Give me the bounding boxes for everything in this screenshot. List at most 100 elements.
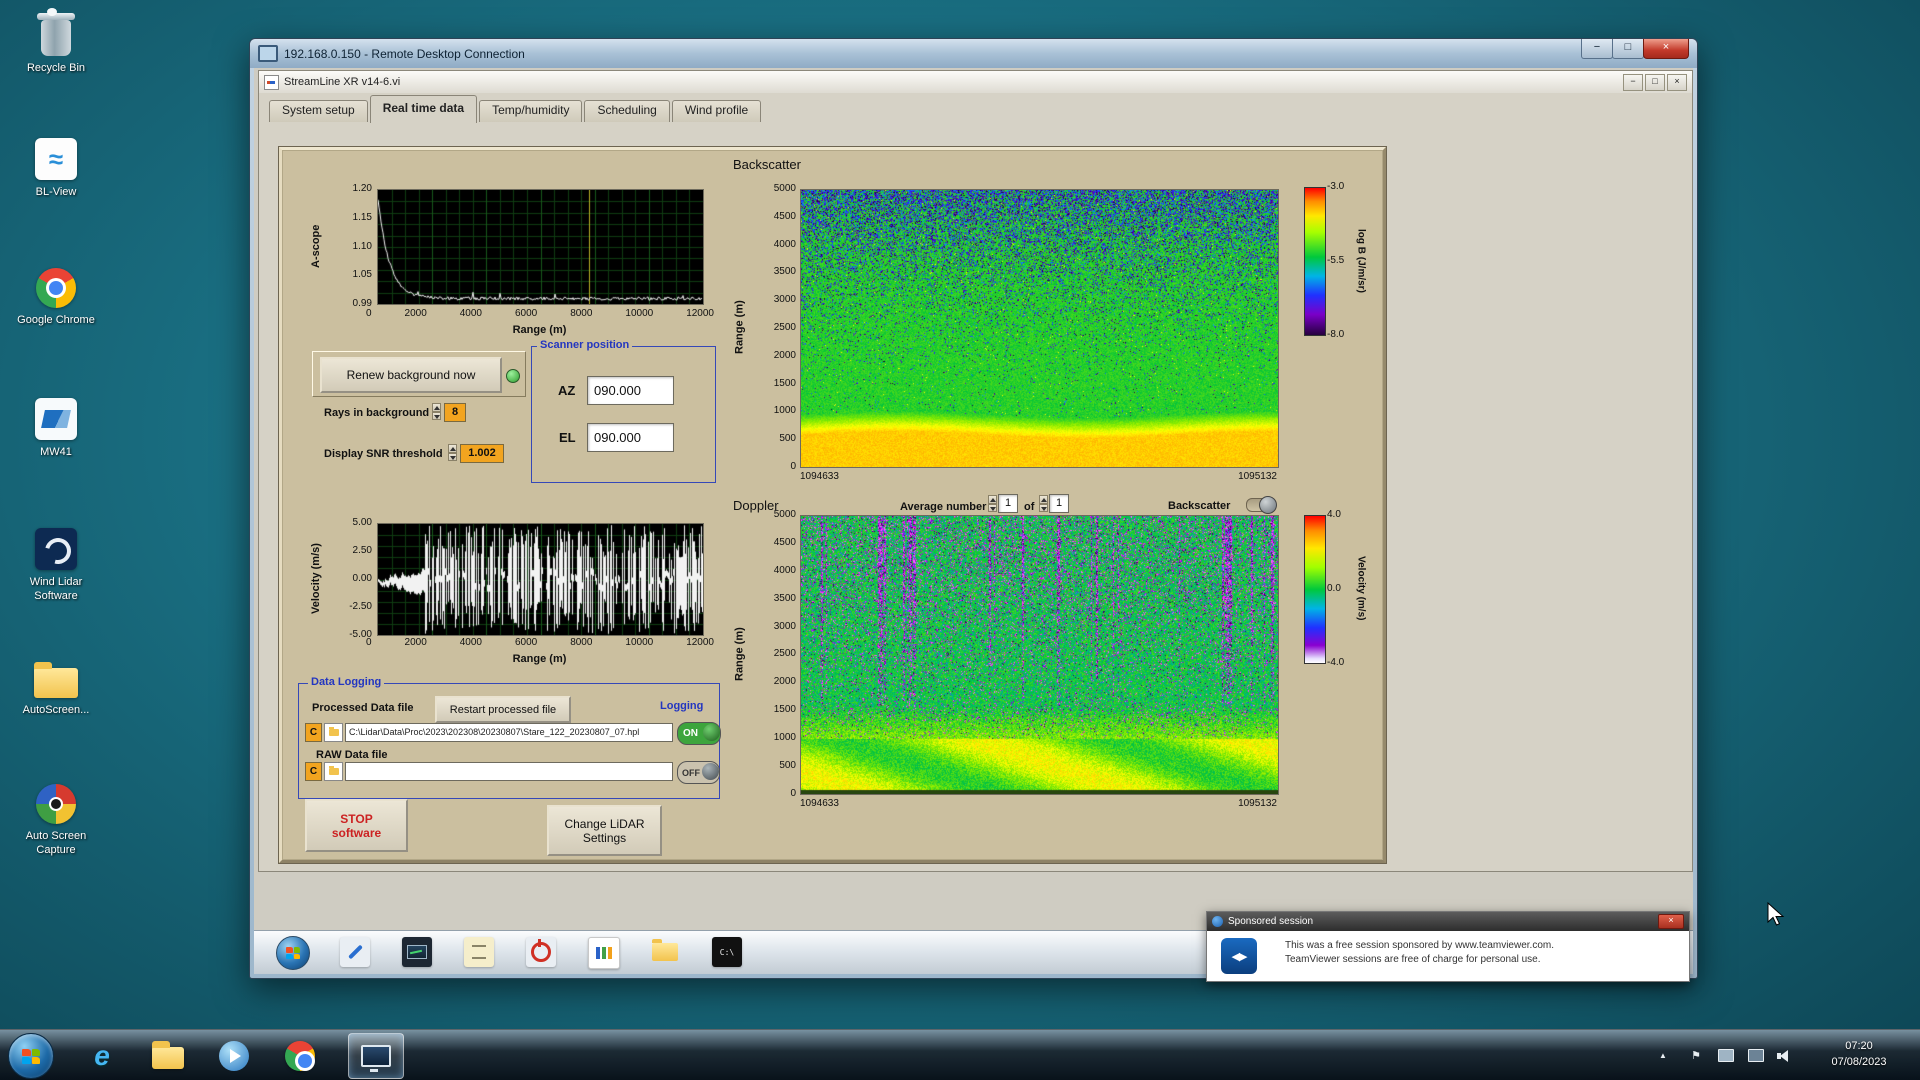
tick-label: 0 bbox=[366, 637, 372, 648]
tick-label: -8.0 bbox=[1327, 329, 1344, 340]
teamviewer-close-button[interactable]: × bbox=[1658, 914, 1684, 929]
data-logging-title: Data Logging bbox=[308, 676, 384, 689]
tick-label: 0 bbox=[790, 461, 796, 472]
taskbar-chrome[interactable] bbox=[282, 1038, 318, 1074]
ascope-graph bbox=[378, 190, 703, 304]
tray-clock[interactable]: 07:20 07/08/2023 bbox=[1806, 1030, 1912, 1080]
desktop-icon-recycle-bin[interactable]: Recycle Bin bbox=[10, 12, 102, 76]
taskbar-internet-explorer[interactable]: e bbox=[84, 1038, 120, 1074]
desktop: Recycle Bin ≈ BL-View Google Chrome MW41… bbox=[0, 0, 1920, 1080]
desktop-icon-wind-lidar[interactable]: Wind Lidar Software bbox=[10, 528, 102, 604]
teamviewer-popup-titlebar[interactable]: Sponsored session × bbox=[1207, 912, 1689, 931]
tray-action-center[interactable]: ⚑ bbox=[1684, 1030, 1708, 1080]
tick-label: 1.15 bbox=[353, 212, 372, 223]
paint-app-icon[interactable] bbox=[340, 937, 370, 967]
raw-logging-toggle[interactable]: OFF bbox=[677, 761, 720, 784]
snr-spinner[interactable] bbox=[448, 444, 457, 461]
notes-app-icon[interactable] bbox=[464, 937, 494, 967]
change-lidar-settings-button[interactable]: Change LiDAR Settings bbox=[547, 805, 662, 856]
internet-explorer-icon: e bbox=[94, 1040, 110, 1072]
el-value-field[interactable]: 090.000 bbox=[587, 423, 674, 452]
wind-lidar-icon bbox=[35, 528, 77, 570]
az-label: AZ bbox=[558, 383, 575, 398]
tick-label: 5000 bbox=[774, 183, 796, 194]
tick-label: 4.0 bbox=[1327, 509, 1341, 520]
chart-app-icon[interactable] bbox=[588, 937, 620, 969]
app-maximize-button[interactable]: □ bbox=[1645, 74, 1665, 91]
desktop-icon-bl-view[interactable]: ≈ BL-View bbox=[10, 138, 102, 200]
restart-processed-file-button[interactable]: Restart processed file bbox=[435, 696, 571, 723]
browse-folder-icon[interactable] bbox=[324, 723, 343, 742]
of-value-field[interactable]: 1 bbox=[1049, 494, 1069, 513]
tab-temp-humidity[interactable]: Temp/humidity bbox=[479, 100, 582, 122]
taskbar-file-explorer[interactable] bbox=[150, 1038, 186, 1074]
rdp-minimize-button[interactable]: − bbox=[1581, 39, 1613, 59]
tray-volume[interactable] bbox=[1772, 1030, 1796, 1080]
app-close-button[interactable]: × bbox=[1667, 74, 1687, 91]
tab-scheduling[interactable]: Scheduling bbox=[584, 100, 669, 122]
of-spinner[interactable] bbox=[1039, 495, 1048, 512]
app-minimize-button[interactable]: − bbox=[1623, 74, 1643, 91]
remote-start-button[interactable] bbox=[276, 936, 310, 970]
tick-label: 1.10 bbox=[353, 241, 372, 252]
average-number-spinner[interactable] bbox=[988, 495, 997, 512]
power-app-icon[interactable] bbox=[526, 937, 556, 967]
folder-icon[interactable] bbox=[650, 937, 680, 967]
stop-software-button[interactable]: STOP software bbox=[305, 799, 408, 852]
back,scatter-colorbar-label: log B (J/m/sr) bbox=[1354, 187, 1368, 334]
processed-logging-toggle[interactable]: ON bbox=[677, 722, 721, 745]
stop-line1: STOP bbox=[340, 812, 372, 826]
tick-label: 8000 bbox=[570, 637, 592, 648]
rdp-maximize-button[interactable]: □ bbox=[1612, 39, 1644, 59]
tab-system-setup[interactable]: System setup bbox=[269, 100, 368, 122]
desktop-icon-auto-screen-capture[interactable]: Auto Screen Capture bbox=[10, 784, 102, 858]
mw41-icon bbox=[35, 398, 77, 440]
rdp-close-button[interactable]: × bbox=[1643, 39, 1689, 59]
raw-file-path-field[interactable] bbox=[345, 762, 673, 781]
desktop-icon-mw41[interactable]: MW41 bbox=[10, 398, 102, 460]
display-icon bbox=[1748, 1049, 1764, 1062]
velocity-x-ticks: 0 2000 4000 6000 8000 10000 12000 bbox=[366, 637, 714, 648]
tray-display[interactable] bbox=[1744, 1030, 1768, 1080]
chrome-icon bbox=[285, 1041, 315, 1071]
backscatter-toggle[interactable] bbox=[1246, 498, 1276, 512]
monitor-app-icon[interactable] bbox=[402, 937, 432, 967]
windows-flag-icon bbox=[22, 1049, 40, 1064]
teamviewer-popup-title: Sponsored session bbox=[1228, 916, 1313, 927]
desktop-icon-google-chrome[interactable]: Google Chrome bbox=[10, 268, 102, 328]
chevron-up-icon: ▲ bbox=[1659, 1051, 1667, 1060]
start-button[interactable] bbox=[8, 1033, 54, 1079]
drive-letter-box[interactable]: C bbox=[305, 723, 322, 742]
rays-value-field[interactable]: 8 bbox=[444, 403, 466, 422]
processed-file-path-field[interactable]: C:\Lidar\Data\Proc\2023\202308\20230807\… bbox=[345, 723, 673, 742]
rays-spinner[interactable] bbox=[432, 403, 441, 420]
taskbar-rdp-active-button[interactable] bbox=[348, 1033, 404, 1079]
teamviewer-popup: Sponsored session × ◀▶ This was a free s… bbox=[1206, 911, 1690, 982]
backscatter-plot bbox=[800, 189, 1279, 468]
tick-label: 3000 bbox=[774, 621, 796, 632]
teamviewer-message-line2: TeamViewer sessions are free of charge f… bbox=[1285, 954, 1541, 965]
desktop-icon-autoscreen-folder[interactable]: AutoScreen... bbox=[10, 658, 102, 718]
tab-real-time-data[interactable]: Real time data bbox=[370, 95, 477, 123]
rdp-monitor-icon bbox=[361, 1045, 391, 1067]
doppler-y-ticks: 5000 4500 4000 3500 3000 2500 2000 1500 1000 500 0 bbox=[750, 509, 796, 799]
renew-background-button[interactable]: Renew background now bbox=[320, 357, 502, 393]
command-prompt-icon[interactable]: C:\ bbox=[712, 937, 742, 967]
tray-show-hidden-icons[interactable]: ▲ bbox=[1652, 1030, 1674, 1080]
app-titlebar[interactable]: StreamLine XR v14-6.vi − □ × bbox=[259, 71, 1692, 94]
average-number-field[interactable]: 1 bbox=[998, 494, 1018, 513]
ascope-y-axis-label: A-scope bbox=[308, 189, 324, 303]
taskbar-media-player[interactable] bbox=[216, 1038, 252, 1074]
tab-wind-profile[interactable]: Wind profile bbox=[672, 100, 761, 122]
processed-data-file-label: Processed Data file bbox=[312, 702, 414, 714]
drive-letter-box[interactable]: C bbox=[305, 762, 322, 781]
browse-folder-icon[interactable] bbox=[324, 762, 343, 781]
tick-label: 10000 bbox=[625, 637, 653, 648]
tray-network[interactable] bbox=[1714, 1030, 1738, 1080]
az-value-field[interactable]: 090.000 bbox=[587, 376, 674, 405]
snr-value-field[interactable]: 1.002 bbox=[460, 444, 504, 463]
wave-glyph: ≈ bbox=[49, 144, 63, 175]
folder-icon bbox=[152, 1047, 184, 1069]
rdp-titlebar[interactable]: 192.168.0.150 - Remote Desktop Connectio… bbox=[250, 39, 1697, 68]
desktop-icon-label: MW41 bbox=[40, 446, 72, 460]
